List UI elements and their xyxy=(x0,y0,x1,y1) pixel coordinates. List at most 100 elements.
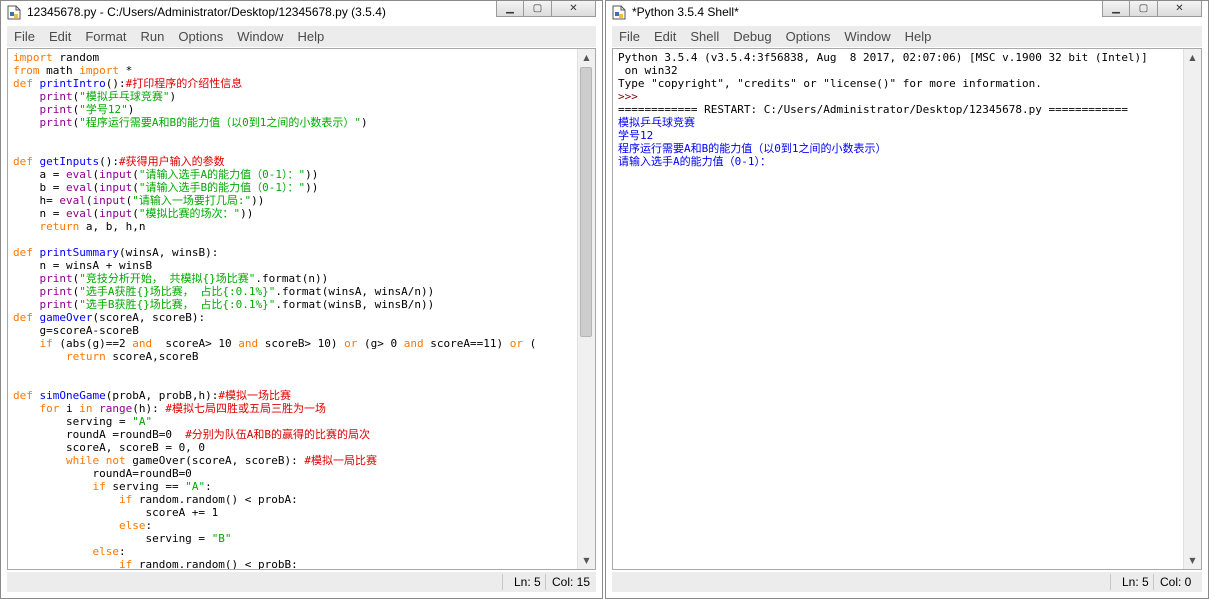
status-bar: Ln: 5 Col: 0 xyxy=(612,572,1202,592)
code-line: print("选手B获胜{}场比赛， 占比{:0.1%}".format(win… xyxy=(39,298,435,311)
code-line: return a, b, h,n xyxy=(39,220,146,233)
code-line: print("竞技分析开始， 共模拟{}场比赛".format(n)) xyxy=(39,272,329,285)
code-line: 请输入选手A的能力值（0-1）： xyxy=(618,155,771,168)
scroll-down-icon[interactable]: ▼ xyxy=(1184,552,1201,569)
code-line: if (abs(g)==2 and scoreA> 10 and scoreB>… xyxy=(39,337,537,350)
menu-bar: File Edit Shell Debug Options Window Help xyxy=(612,26,1202,47)
code-line: 学号12 xyxy=(618,129,654,142)
code-line: roundA=roundB=0 xyxy=(13,467,192,480)
code-line: if random.random() < probA: xyxy=(118,493,298,506)
menu-window[interactable]: Window xyxy=(837,26,897,47)
menu-file[interactable]: File xyxy=(612,26,647,47)
line-number: Ln: 5 xyxy=(514,575,541,589)
code-line: g=scoreA-scoreB xyxy=(13,324,139,337)
code-line: h= eval(input("请输入一场要打几局:")) xyxy=(13,194,265,207)
code-line: a = eval(input("请输入选手A的能力值（0-1）：")) xyxy=(13,168,319,181)
code-line: >>> xyxy=(618,90,645,103)
close-icon: ✕ xyxy=(1175,3,1184,14)
code-line: scoreA, scoreB = 0, 0 xyxy=(13,441,206,454)
code-line: print("学号12") xyxy=(39,103,135,116)
code-line: for i in range(h): #模拟七局四胜或五局三胜为一场 xyxy=(39,402,327,415)
menu-run[interactable]: Run xyxy=(134,26,172,47)
code-line: import random xyxy=(13,51,100,64)
window-title: 12345678.py - C:/Users/Administrator/Des… xyxy=(27,5,386,19)
menu-options[interactable]: Options xyxy=(171,26,230,47)
menu-window[interactable]: Window xyxy=(230,26,290,47)
code-editor[interactable]: import random from math import * def print… xyxy=(7,48,596,570)
minimize-icon: ▁ xyxy=(1112,3,1120,14)
scroll-up-icon[interactable]: ▲ xyxy=(578,49,595,66)
vertical-scrollbar[interactable]: ▲ ▼ xyxy=(1183,49,1201,569)
maximize-button[interactable]: ▢ xyxy=(524,1,552,17)
editor-titlebar[interactable]: 12345678.py - C:/Users/Administrator/Des… xyxy=(1,1,602,25)
code-line: if serving == "A": xyxy=(92,480,212,493)
code-line: else: xyxy=(118,519,153,532)
code-line: Type "copyright", "credits" or "license(… xyxy=(618,77,1042,90)
menu-file[interactable]: File xyxy=(7,26,42,47)
code-line: n = eval(input("模拟比赛的场次：")) xyxy=(13,207,254,220)
code-line: ============ RESTART: C:/Users/Administr… xyxy=(618,103,1128,116)
close-button[interactable]: ✕ xyxy=(1158,1,1202,17)
menu-shell[interactable]: Shell xyxy=(683,26,726,47)
shell-text[interactable]: Python 3.5.4 (v3.5.4:3f56838, Aug 8 2017… xyxy=(618,51,1181,168)
shell-output[interactable]: Python 3.5.4 (v3.5.4:3f56838, Aug 8 2017… xyxy=(612,48,1202,570)
code-line: def printSummary(winsA, winsB): xyxy=(13,246,219,259)
menu-help[interactable]: Help xyxy=(290,26,331,47)
code-line: def simOneGame(probA, probB,h):#模拟一场比赛 xyxy=(13,389,291,402)
shell-window: *Python 3.5.4 Shell* ▁ ▢ ✕ File Edit Shell… xyxy=(605,0,1209,599)
code-line: print("选手A获胜{}场比赛， 占比{:0.1%}".format(win… xyxy=(39,285,435,298)
menu-bar: File Edit Format Run Options Window Help xyxy=(7,26,596,47)
code-text[interactable]: import random from math import * def print… xyxy=(13,51,575,570)
code-line: def printIntro():#打印程序的介绍性信息 xyxy=(13,77,243,90)
code-line: serving = "A" xyxy=(13,415,153,428)
code-line: serving = "B" xyxy=(13,532,232,545)
vertical-scrollbar[interactable]: ▲ ▼ xyxy=(577,49,595,569)
code-line: return scoreA,scoreB xyxy=(65,350,199,363)
status-bar: Ln: 5 Col: 15 xyxy=(7,572,596,592)
column-number: Col: 0 xyxy=(1160,575,1192,589)
maximize-button[interactable]: ▢ xyxy=(1130,1,1158,17)
python-file-icon xyxy=(612,5,626,20)
menu-format[interactable]: Format xyxy=(78,26,133,47)
python-file-icon xyxy=(7,5,21,20)
menu-options[interactable]: Options xyxy=(779,26,838,47)
code-line: 程序运行需要A和B的能力值（以0到1之间的小数表示） xyxy=(618,142,887,155)
close-button[interactable]: ✕ xyxy=(552,1,596,17)
code-line: from math import * xyxy=(13,64,133,77)
code-line: def gameOver(scoreA, scoreB): xyxy=(13,311,206,324)
menu-help[interactable]: Help xyxy=(898,26,939,47)
minimize-button[interactable]: ▁ xyxy=(1102,1,1130,17)
code-line: n = winsA + winsB xyxy=(13,259,153,272)
code-line: print("程序运行需要A和B的能力值（以0到1之间的小数表示）") xyxy=(39,116,368,129)
code-line: while not gameOver(scoreA, scoreB): #模拟一… xyxy=(65,454,378,467)
editor-window: 12345678.py - C:/Users/Administrator/Des… xyxy=(0,0,603,599)
close-icon: ✕ xyxy=(569,3,578,14)
scroll-thumb[interactable] xyxy=(580,67,592,337)
scroll-down-icon[interactable]: ▼ xyxy=(578,552,595,569)
menu-edit[interactable]: Edit xyxy=(42,26,78,47)
code-line: on win32 xyxy=(618,64,678,77)
maximize-icon: ▢ xyxy=(1138,3,1149,14)
menu-debug[interactable]: Debug xyxy=(726,26,778,47)
column-number: Col: 15 xyxy=(552,575,591,589)
line-number: Ln: 5 xyxy=(1122,575,1149,589)
code-line: if random.random() < probB: xyxy=(118,558,298,570)
window-title: *Python 3.5.4 Shell* xyxy=(632,5,739,19)
minimize-icon: ▁ xyxy=(506,3,514,14)
code-line: b = eval(input("请输入选手B的能力值（0-1）：")) xyxy=(13,181,319,194)
code-line: def getInputs():#获得用户输入的参数 xyxy=(13,155,225,168)
code-line: else: xyxy=(92,545,126,558)
code-line: 模拟乒乓球竞赛 xyxy=(618,116,695,129)
maximize-icon: ▢ xyxy=(532,3,543,14)
minimize-button[interactable]: ▁ xyxy=(496,1,524,17)
scroll-up-icon[interactable]: ▲ xyxy=(1184,49,1201,66)
code-line: print("模拟乒乓球竞赛") xyxy=(39,90,177,103)
code-line: Python 3.5.4 (v3.5.4:3f56838, Aug 8 2017… xyxy=(618,51,1148,64)
menu-edit[interactable]: Edit xyxy=(647,26,683,47)
shell-titlebar[interactable]: *Python 3.5.4 Shell* ▁ ▢ ✕ xyxy=(606,1,1208,25)
code-line: roundA =roundB=0 #分别为队伍A和B的赢得的比赛的局次 xyxy=(13,428,371,441)
